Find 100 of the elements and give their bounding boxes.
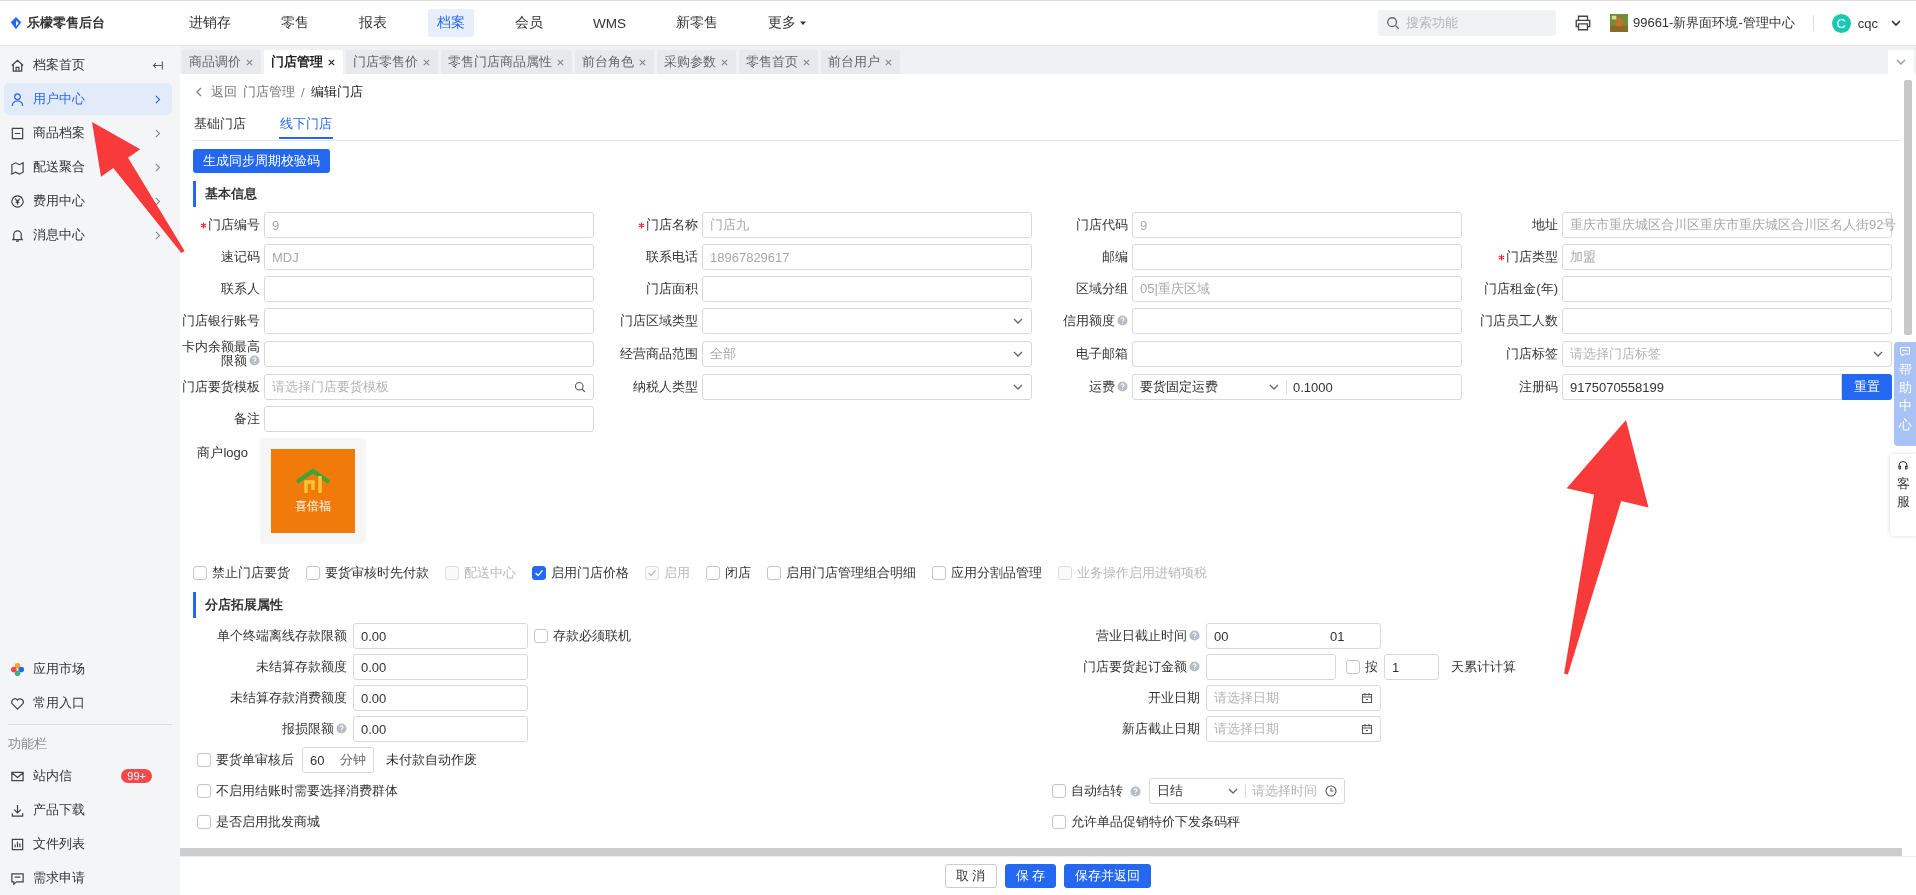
checkbox-option[interactable]: 自动结转 [1052, 782, 1141, 800]
input-field[interactable] [264, 341, 594, 367]
input-field[interactable]: 1 [1384, 654, 1439, 680]
horizontal-scrollbar[interactable] [180, 848, 1902, 856]
page-tab[interactable]: 前台角色 [575, 50, 654, 74]
time-range-field[interactable]: 00 01 [1206, 623, 1381, 649]
page-tab[interactable]: 门店零售价 [346, 50, 438, 74]
checkbox-option[interactable]: 要货单审核后 [197, 751, 294, 769]
nav-item[interactable]: 报表 [350, 9, 396, 37]
chevron-down-icon[interactable] [1890, 17, 1902, 29]
sidebar-item[interactable]: 用户中心 [4, 83, 172, 115]
input-field[interactable]: 0.00 [353, 654, 528, 680]
checkbox-option[interactable]: 要货审核时先付款 [306, 564, 429, 582]
chat-icon [1899, 346, 1911, 358]
separator: / [301, 84, 305, 100]
page-tab[interactable]: 采购参数 [657, 50, 736, 74]
sidebar-item[interactable]: 产品下载 [4, 794, 172, 826]
input-field[interactable] [1132, 308, 1462, 334]
minutes-field[interactable]: 60 分钟 [302, 747, 374, 773]
checkbox-option[interactable]: 是否启用批发商城 [197, 813, 320, 831]
collapse-icon[interactable] [151, 58, 164, 72]
input-field[interactable]: 9175070558199 [1562, 374, 1842, 400]
sub-tab[interactable]: 基础门店 [193, 110, 247, 139]
checkbox-option[interactable]: 按 [1346, 658, 1378, 676]
checkbox-option[interactable]: 启用门店价格 [532, 564, 629, 582]
save-button[interactable]: 保存并返回 [1064, 864, 1152, 888]
close-icon[interactable] [327, 57, 336, 67]
nav-item[interactable]: 会员 [506, 9, 552, 37]
save-button[interactable]: 保 存 [1004, 864, 1057, 888]
nav-item[interactable]: 新零售 [667, 9, 727, 37]
vertical-scrollbar[interactable] [1904, 80, 1912, 335]
map-icon [10, 159, 25, 175]
nav-item[interactable]: 进销存 [180, 9, 240, 37]
field-label: 纳税人类型 [633, 380, 698, 394]
input-field[interactable] [264, 406, 594, 432]
input-field[interactable]: 0.00 [353, 623, 528, 649]
field-label: 单个终端离线存款限额 [216, 627, 347, 645]
back-link[interactable]: 返回 [211, 83, 237, 101]
breadcrumb-link[interactable]: 门店管理 [243, 83, 295, 101]
freight-field[interactable]: 要货固定运费 0.1000 [1132, 374, 1462, 400]
checkbox-option[interactable]: 不启用结账时需要选择消费群体 [197, 782, 398, 800]
sidebar-item[interactable]: 站内信 99+ [4, 760, 172, 792]
sidebar-item[interactable]: 消息中心 [4, 219, 172, 251]
cancel-button[interactable]: 取 消 [944, 864, 997, 888]
input-field[interactable] [1132, 244, 1462, 270]
field-label: 门店名称 [646, 218, 698, 232]
calendar-icon [1361, 692, 1373, 704]
input-field[interactable] [1562, 276, 1892, 302]
field-label: 门店员工人数 [1480, 314, 1558, 328]
sidebar-item[interactable]: 文件列表 [4, 828, 172, 860]
sidebar-item[interactable]: 常用入口 [4, 687, 172, 719]
organization-name[interactable]: 99661-新界面环境-管理中心 [1632, 14, 1795, 32]
field-label: 门店区域类型 [620, 314, 698, 328]
sub-tab[interactable]: 线下门店 [279, 110, 333, 139]
tab-menu-button[interactable] [1888, 50, 1914, 74]
nav-item[interactable]: 更多 [759, 9, 816, 37]
select-field[interactable] [702, 374, 1032, 400]
user-name[interactable]: cqc [1857, 15, 1878, 31]
field-label: 注册码 [1519, 380, 1558, 394]
input-field[interactable] [1132, 341, 1462, 367]
input-field[interactable]: 0.00 [353, 685, 528, 711]
page-tab[interactable]: 前台用户 [821, 50, 900, 74]
sidebar-item[interactable]: 配送聚合 [4, 151, 172, 183]
nav-item[interactable]: 档案 [428, 9, 474, 37]
sidebar-item[interactable]: 应用市场 [4, 653, 172, 685]
input-field[interactable]: 0.00 [353, 716, 528, 742]
checkbox-option[interactable]: 存款必须联机 [534, 627, 631, 645]
sidebar-item[interactable]: 费用中心 [4, 185, 172, 217]
input-field[interactable] [1562, 308, 1892, 334]
page-tab[interactable]: 零售门店商品属性 [441, 50, 572, 74]
customer-service-tab[interactable]: 客服 [1890, 454, 1916, 536]
select-field[interactable] [702, 308, 1032, 334]
checkbox-option[interactable]: 闭店 [706, 564, 751, 582]
input-field[interactable] [702, 276, 1032, 302]
app-grid-icon [10, 661, 25, 677]
nav-item[interactable]: 零售 [272, 9, 318, 37]
checkbox-option[interactable]: 启用门店管理组合明细 [767, 564, 916, 582]
section-label: 功能栏 [7, 735, 48, 753]
schedule-field[interactable]: 日结 请选择时间 [1149, 778, 1345, 804]
brand-name: 喜倍福 [295, 497, 331, 515]
field-label: 运费 [1089, 380, 1128, 394]
input-field[interactable] [264, 276, 594, 302]
field-label: 报损限额 [193, 720, 347, 738]
page-tab[interactable]: 门店管理 [264, 50, 343, 74]
calendar-icon [1361, 723, 1373, 735]
nav-item[interactable]: WMS [584, 10, 635, 36]
checkbox-option[interactable]: 禁止门店要货 [193, 564, 290, 582]
sidebar-item[interactable]: 商品档案 [4, 117, 172, 149]
input-field[interactable] [1206, 654, 1336, 680]
page-tab[interactable]: 商品调价 [182, 50, 261, 74]
generate-button[interactable]: 生成同步周期校验码 [193, 149, 330, 173]
field-label: 门店代码 [1076, 218, 1128, 232]
checkbox-option[interactable]: 应用分割品管理 [932, 564, 1042, 582]
checkbox-option[interactable]: 允许单品促销特价下发条码秤 [1052, 813, 1240, 831]
sidebar-item[interactable]: 档案首页 [4, 49, 172, 81]
sidebar-item[interactable]: 需求申请 [4, 862, 172, 894]
input-field[interactable] [264, 308, 594, 334]
reset-button[interactable]: 重置 [1842, 374, 1892, 400]
printer-icon[interactable] [1573, 14, 1592, 32]
page-tab[interactable]: 零售首页 [739, 50, 818, 74]
